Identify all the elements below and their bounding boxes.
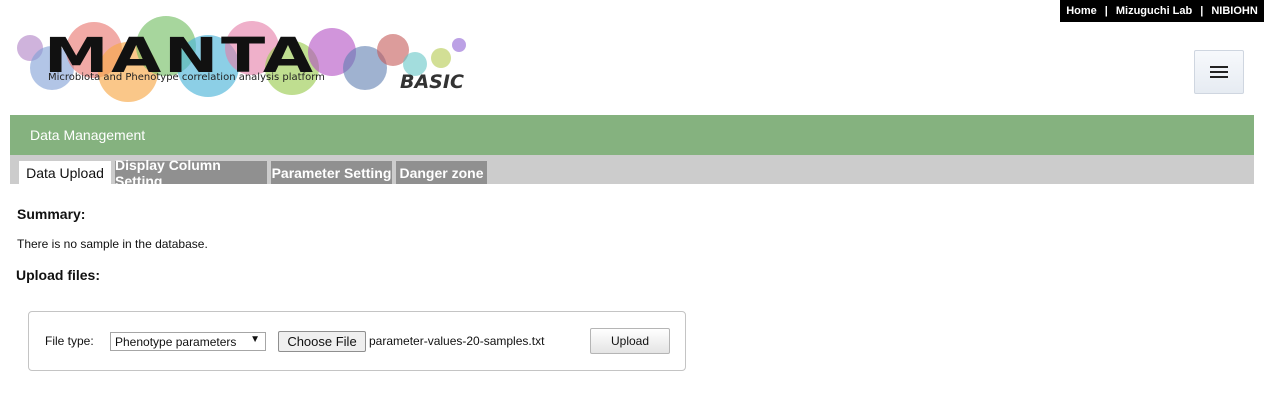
- selected-file-name: parameter-values-20-samples.txt: [369, 334, 545, 348]
- file-type-value: Phenotype parameters: [115, 334, 237, 349]
- choose-file-button[interactable]: Choose File: [278, 331, 366, 352]
- upload-button[interactable]: Upload: [590, 328, 670, 354]
- logo-edition: BASIC: [400, 71, 464, 93]
- section-title: Data Management: [30, 127, 146, 143]
- upload-form: File type: Phenotype parameters ▼ Choose…: [28, 311, 686, 371]
- upload-heading: Upload files:: [16, 267, 101, 283]
- tab-data-upload[interactable]: Data Upload: [19, 161, 111, 184]
- tab-bar: Data Upload Display Column Setting Param…: [10, 155, 1254, 189]
- tab-parameter-setting[interactable]: Parameter Setting: [271, 161, 392, 184]
- menu-toggle-button[interactable]: [1194, 50, 1244, 94]
- tab-danger-zone[interactable]: Danger zone: [396, 161, 487, 184]
- manta-logo[interactable]: MANTA Microbiota and Phenotype correlati…: [14, 14, 469, 102]
- file-type-label: File type:: [45, 334, 94, 348]
- file-type-select[interactable]: Phenotype parameters ▼: [110, 332, 266, 351]
- tab-display-column-setting[interactable]: Display Column Setting: [115, 157, 267, 189]
- nav-separator: |: [1104, 5, 1108, 17]
- dropdown-arrow-icon: ▼: [250, 334, 260, 345]
- summary-heading: Summary:: [17, 206, 86, 222]
- nav-separator: |: [1200, 5, 1204, 17]
- summary-text: There is no sample in the database.: [17, 237, 208, 251]
- top-nav: Home | Mizuguchi Lab | NIBIOHN: [1060, 0, 1264, 22]
- nav-org-link[interactable]: NIBIOHN: [1211, 5, 1257, 17]
- logo-subtitle: Microbiota and Phenotype correlation ana…: [48, 72, 325, 83]
- nav-lab-link[interactable]: Mizuguchi Lab: [1116, 5, 1192, 17]
- hamburger-icon: [1210, 66, 1228, 78]
- nav-home-link[interactable]: Home: [1066, 5, 1097, 17]
- section-header: Data Management: [10, 115, 1254, 155]
